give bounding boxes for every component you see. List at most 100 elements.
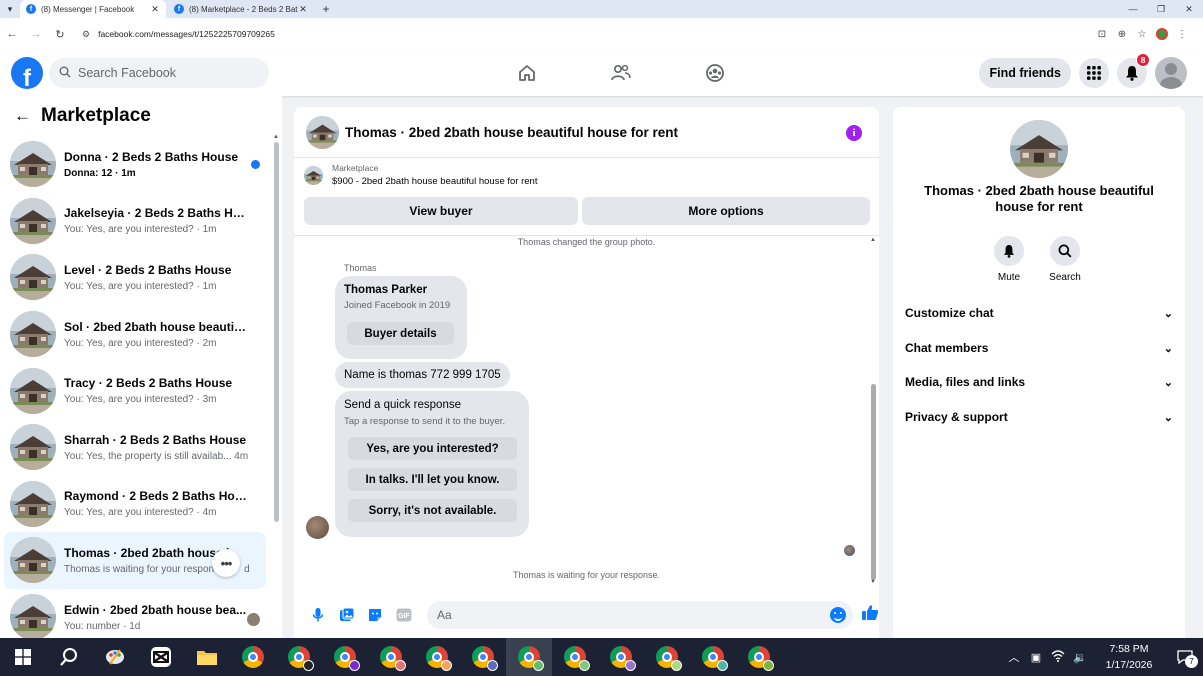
conversation-item-jakelseyia[interactable]: Jakelseyia · 2 Beds 2 Baths House You: Y… [4, 193, 266, 250]
quick-response-yes-button[interactable]: Yes, are you interested? [348, 437, 517, 460]
quick-response-in-talks-button[interactable]: In talks. I'll let you know. [348, 468, 517, 491]
buyer-details-button[interactable]: Buyer details [347, 322, 454, 345]
zoom-icon[interactable]: ⊕ [1112, 24, 1132, 44]
view-buyer-button[interactable]: View buyer [304, 197, 578, 225]
file-explorer-icon[interactable] [184, 638, 230, 676]
meet-now-icon[interactable]: ▣ [1025, 651, 1047, 664]
mute-bell-icon[interactable] [994, 236, 1024, 266]
taskbar-clock[interactable]: 7:58 PM 1/17/2026 [1097, 641, 1161, 673]
conversation-preview: You: Yes, are you interested? · 4m [64, 507, 217, 519]
chrome-profile-4-icon[interactable] [414, 638, 460, 676]
scroll-up-arrow-icon[interactable]: ▲ [273, 134, 279, 140]
facebook-search-input[interactable]: Search Facebook [49, 58, 269, 88]
facebook-logo-icon[interactable]: f [11, 57, 43, 89]
sidebar-scrollbar[interactable] [274, 142, 279, 522]
search-label: Search [1049, 272, 1081, 283]
tab-search-dropdown[interactable]: ▾ [0, 0, 20, 18]
find-friends-button[interactable]: Find friends [979, 58, 1071, 88]
restore-icon[interactable]: ❐ [1147, 0, 1175, 18]
chrome-profile-9-icon[interactable] [644, 638, 690, 676]
chrome-profile-5-icon[interactable] [460, 638, 506, 676]
site-info-icon[interactable]: ⚙ [82, 29, 90, 40]
wifi-icon[interactable] [1047, 649, 1069, 665]
chrome-profile-1-icon[interactable] [276, 638, 322, 676]
chat-info-avatar[interactable] [1010, 120, 1068, 178]
media-files-links-section[interactable]: Media, files and links ⌄ [905, 369, 1173, 395]
address-bar[interactable]: ⚙ facebook.com/messages/t/12522257097092… [76, 23, 1086, 45]
emoji-icon[interactable] [829, 607, 846, 623]
volume-icon[interactable]: 🔉 [1069, 651, 1091, 664]
message-input[interactable]: Aa [426, 601, 853, 629]
conversation-item-donna[interactable]: Donna · 2 Beds 2 Baths House Donna: 12 ·… [4, 136, 266, 193]
paint-app-icon[interactable] [92, 638, 138, 676]
account-avatar[interactable] [1155, 57, 1187, 89]
chrome-profile-11-icon[interactable] [736, 638, 782, 676]
windows-start-icon[interactable] [0, 638, 46, 676]
buyer-joined: Joined Facebook in 2019 [344, 300, 451, 311]
privacy-support-section[interactable]: Privacy & support ⌄ [905, 404, 1173, 430]
chat-avatar[interactable] [306, 116, 339, 149]
back-arrow-icon[interactable]: ← [14, 106, 31, 126]
friends-nav-icon[interactable] [574, 50, 668, 96]
forward-icon[interactable]: → [24, 22, 48, 46]
photo-icon[interactable] [333, 603, 361, 627]
install-app-icon[interactable]: ⊡ [1092, 24, 1112, 44]
more-options-button[interactable]: More options [582, 197, 870, 225]
notifications-bell-icon[interactable]: 8 [1117, 53, 1150, 88]
chrome-profile-10-icon[interactable] [690, 638, 736, 676]
menu-grid-icon[interactable] [1079, 58, 1109, 88]
back-icon[interactable]: ← [0, 22, 24, 46]
minimize-icon[interactable]: — [1119, 0, 1147, 18]
taskbar-search-icon[interactable] [46, 638, 92, 676]
chat-title[interactable]: Thomas · 2bed 2bath house beautiful hous… [345, 125, 678, 140]
browser-menu-icon[interactable]: ⋮ [1172, 24, 1192, 44]
customize-chat-section[interactable]: Customize chat ⌄ [905, 300, 1173, 326]
quick-response-not-available-button[interactable]: Sorry, it's not available. [348, 499, 517, 522]
chat-members-section[interactable]: Chat members ⌄ [905, 335, 1173, 361]
microphone-icon[interactable] [304, 603, 332, 627]
tab-close-icon[interactable]: ✕ [150, 4, 160, 15]
thread-scrollbar[interactable] [871, 384, 876, 580]
conversation-item-tracy[interactable]: Tracy · 2 Beds 2 Baths House You: Yes, a… [4, 362, 266, 419]
show-hidden-icons-chevron-icon[interactable]: ︿ [1003, 649, 1025, 665]
close-window-icon[interactable]: ✕ [1175, 0, 1203, 18]
bookmark-star-icon[interactable]: ☆ [1132, 24, 1152, 44]
info-icon[interactable]: i [846, 125, 862, 141]
buyer-profile-card: Thomas Parker Joined Facebook in 2019 Bu… [335, 276, 467, 359]
message-input-placeholder: Aa [436, 608, 452, 622]
chevron-down-icon: ⌄ [1163, 342, 1173, 355]
browser-profile-icon[interactable] [1156, 28, 1168, 40]
chrome-profile-7-icon[interactable] [552, 638, 598, 676]
chrome-profile-6-icon[interactable] [506, 638, 552, 676]
action-center-icon[interactable]: 7 [1167, 638, 1203, 676]
gif-icon[interactable]: GIF [390, 603, 418, 627]
browser-tab-messenger[interactable]: f (8) Messenger | Facebook ✕ [20, 0, 166, 18]
conversation-item-thomas[interactable]: Thomas · 2bed 2bath house b Thomas is wa… [4, 532, 266, 589]
listing-summary[interactable]: Marketplace $900 - 2bed 2bath house beau… [294, 158, 879, 192]
reload-icon[interactable]: ↻ [48, 22, 72, 46]
chrome-profile-3-icon[interactable] [368, 638, 414, 676]
chrome-icon[interactable] [230, 638, 276, 676]
capcut-app-icon[interactable] [138, 638, 184, 676]
scroll-down-arrow-icon[interactable]: ▼ [870, 579, 876, 585]
scroll-up-arrow-icon[interactable]: ▲ [870, 237, 876, 243]
conversation-item-sol[interactable]: Sol · 2bed 2bath house beautiful... You:… [4, 306, 266, 363]
home-nav-icon[interactable] [480, 50, 574, 96]
thumbs-up-like-icon[interactable] [861, 604, 879, 626]
conversation-item-sharrah[interactable]: Sharrah · 2 Beds 2 Baths House You: Yes,… [4, 419, 266, 476]
mute-action[interactable]: Mute [985, 236, 1033, 283]
conversation-item-edwin[interactable]: Edwin · 2bed 2bath house bea... You: num… [4, 589, 266, 638]
chrome-profile-8-icon[interactable] [598, 638, 644, 676]
groups-nav-icon[interactable] [668, 50, 762, 96]
conversation-item-level[interactable]: Level · 2 Beds 2 Baths House You: Yes, a… [4, 249, 266, 306]
new-tab-button[interactable]: + [316, 0, 336, 18]
sender-avatar[interactable] [306, 516, 329, 539]
search-action[interactable]: Search [1041, 236, 1089, 283]
sticker-icon[interactable] [361, 603, 389, 627]
tab-close-icon[interactable]: ✕ [298, 4, 308, 15]
search-in-chat-icon[interactable] [1050, 236, 1080, 266]
more-options-icon[interactable]: ••• [212, 549, 240, 578]
chrome-profile-2-icon[interactable] [322, 638, 368, 676]
browser-tab-marketplace[interactable]: f (8) Marketplace - 2 Beds 2 Baths ✕ [168, 0, 314, 18]
conversation-item-raymond[interactable]: Raymond · 2 Beds 2 Baths House You: Yes,… [4, 476, 266, 533]
